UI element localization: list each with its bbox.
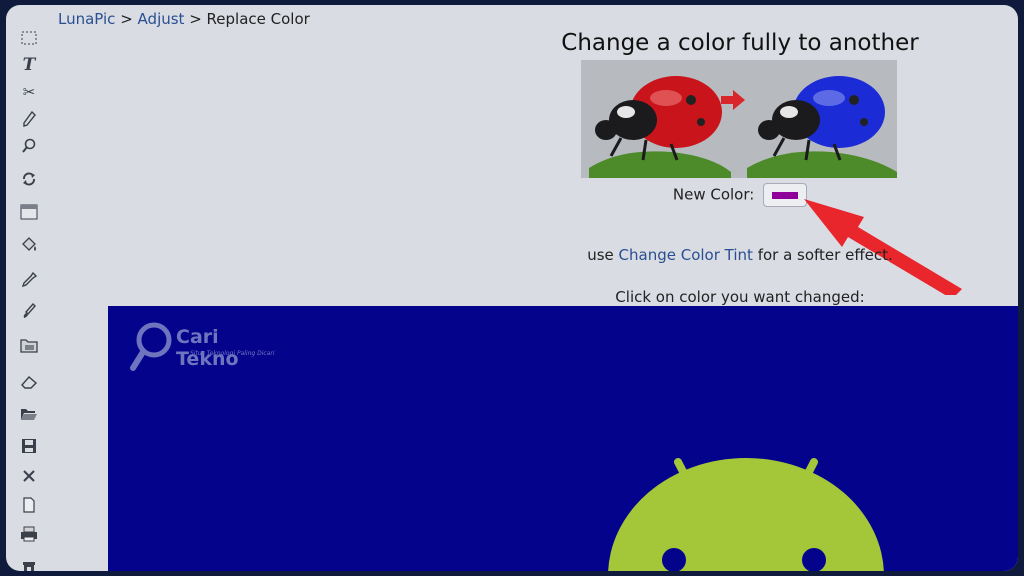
- change-color-tint-link[interactable]: Change Color Tint: [619, 246, 753, 264]
- save-icon[interactable]: [14, 433, 44, 459]
- brush-icon[interactable]: [14, 298, 44, 324]
- watermark-subtitle: Situs Teknologi Paling Dicari: [190, 350, 275, 357]
- browser-frame: T ✂ LunaPic > Adjust > Replace Color Cha…: [6, 5, 1018, 571]
- magnifier-icon[interactable]: [14, 133, 44, 159]
- paint-bucket-icon[interactable]: [14, 232, 44, 258]
- open-folder-icon[interactable]: [14, 401, 44, 427]
- tip-suffix: for a softer effect.: [752, 246, 893, 264]
- layers-icon[interactable]: [14, 199, 44, 225]
- page-title: Change a color fully to another: [561, 30, 919, 56]
- new-color-swatch: [772, 192, 799, 199]
- folder-image-icon[interactable]: [14, 332, 44, 358]
- android-robot-image: [608, 458, 884, 571]
- tip-text: use Change Color Tint for a softer effec…: [486, 246, 994, 264]
- new-file-icon[interactable]: [14, 492, 44, 518]
- trash-icon[interactable]: [14, 555, 44, 571]
- eyedropper-icon[interactable]: [14, 267, 44, 293]
- new-color-label: New Color:: [672, 185, 755, 204]
- marquee-select-icon[interactable]: [14, 25, 44, 51]
- scissors-icon[interactable]: ✂: [14, 79, 44, 105]
- print-icon[interactable]: [14, 521, 44, 547]
- breadcrumb-separator: >: [184, 10, 207, 28]
- eraser-icon[interactable]: [14, 369, 44, 395]
- watermark-title: Cari Tekno: [176, 326, 239, 370]
- breadcrumb-separator: >: [115, 10, 138, 28]
- text-tool-icon[interactable]: T: [14, 52, 44, 78]
- tip-prefix: use: [587, 246, 619, 264]
- instruction-text: Click on color you want changed:: [615, 288, 865, 306]
- magnifier-logo-icon: [130, 322, 172, 371]
- example-image: [581, 60, 897, 178]
- annotation-arrow: [804, 199, 962, 295]
- breadcrumb-current: Replace Color: [206, 10, 310, 28]
- breadcrumb: LunaPic > Adjust > Replace Color: [58, 10, 310, 28]
- watermark-logo: Cari Tekno Situs Teknologi Paling Dicari: [128, 318, 278, 378]
- breadcrumb-link-adjust[interactable]: Adjust: [138, 10, 185, 28]
- tool-sidebar: T ✂: [14, 15, 44, 571]
- image-canvas[interactable]: Cari Tekno Situs Teknologi Paling Dicari: [108, 306, 1018, 571]
- rotate-icon[interactable]: [14, 166, 44, 192]
- close-icon[interactable]: [14, 463, 44, 489]
- breadcrumb-link-lunapic[interactable]: LunaPic: [58, 10, 115, 28]
- pencil-icon[interactable]: [14, 106, 44, 132]
